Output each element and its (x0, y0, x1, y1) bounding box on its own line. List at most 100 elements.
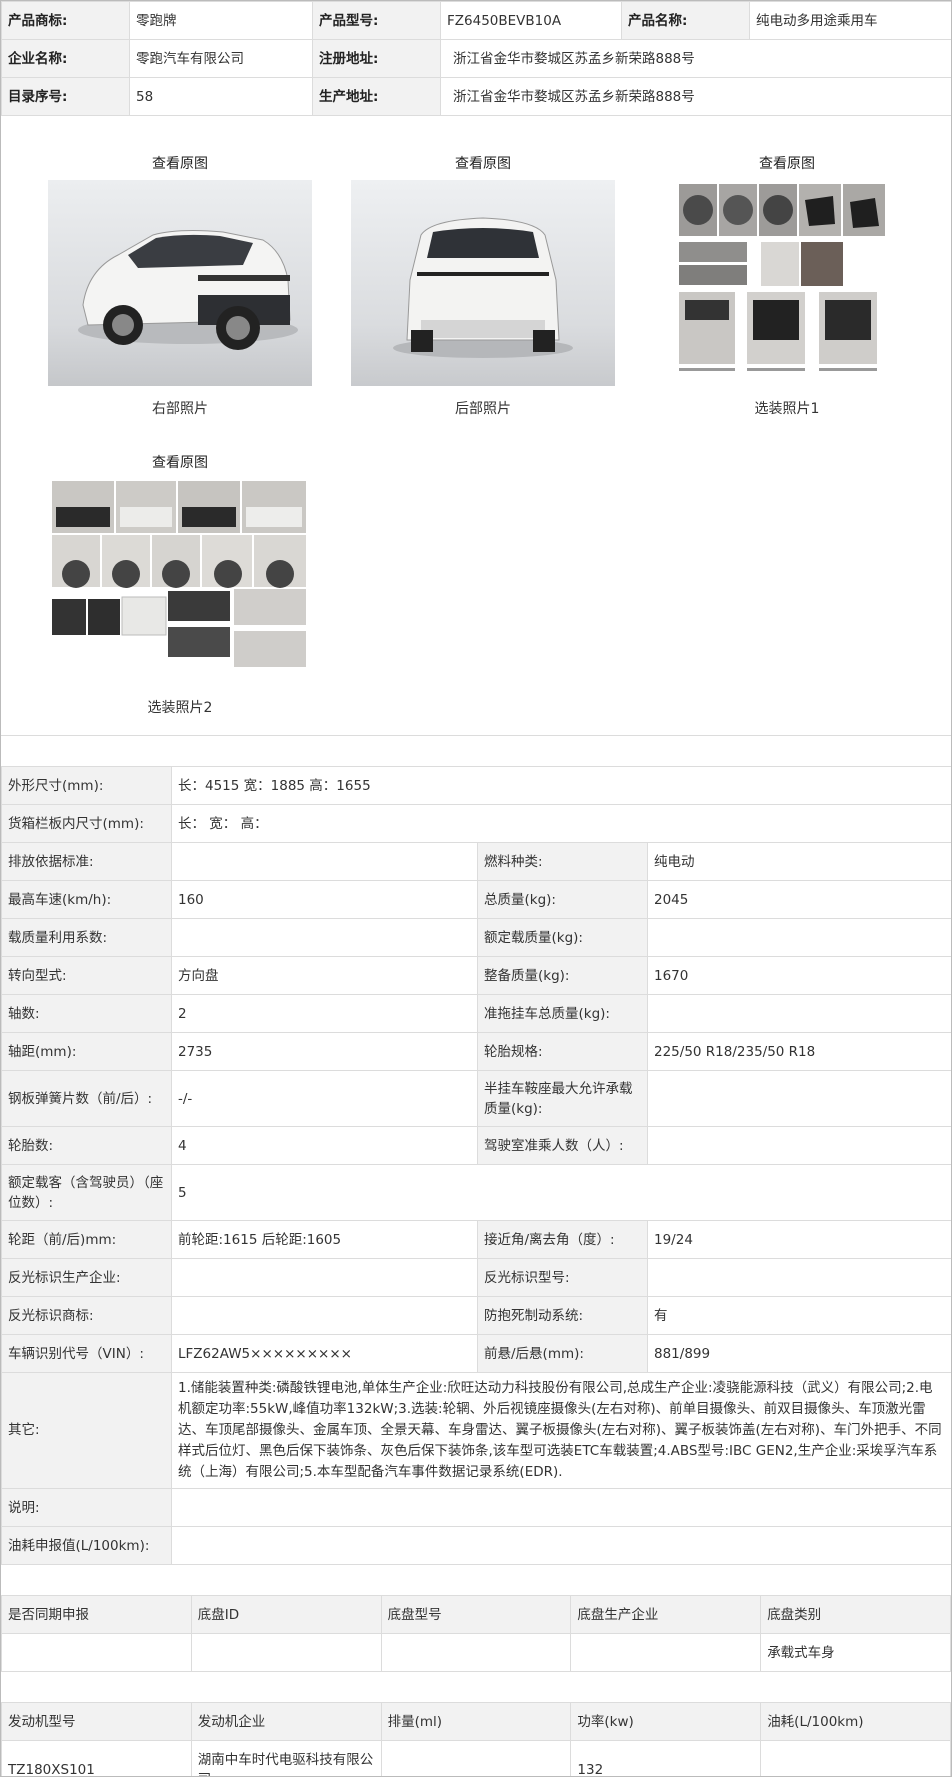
spec-row: 其它: 1.储能装置种类:磷酸铁锂电池,单体生产企业:欣旺达动力科技股份有限公司… (1, 1372, 951, 1489)
reflector-maker-label: 反光标识生产企业: (1, 1258, 172, 1297)
load-utilization-label: 载质量利用系数: (1, 918, 172, 957)
gross-mass-value: 2045 (646, 880, 951, 919)
photo-card-rear: 查看原图 后部照片 (350, 154, 616, 420)
abs-value: 有 (646, 1296, 951, 1335)
chassis-data-row: 承载式车身 (1, 1633, 951, 1672)
abs-label: 防抱死制动系统: (477, 1296, 648, 1335)
spec-row: 货箱栏板内尺寸(mm): 长： 宽： 高： (1, 804, 951, 843)
emission-standard-label: 排放依据标准: (1, 842, 172, 881)
spec-row: 轴距(mm): 2735 轮胎规格: 225/50 R18/235/50 R18 (1, 1032, 951, 1071)
chassis-header-cell: 底盘ID (190, 1595, 382, 1634)
product-brand-label: 产品商标: (1, 1, 130, 40)
other-value: 1.储能装置种类:磷酸铁锂电池,单体生产企业:欣旺达动力科技股份有限公司,总成生… (170, 1372, 951, 1489)
catalog-index-label: 目录序号: (1, 77, 130, 116)
tire-spec-value: 225/50 R18/235/50 R18 (646, 1032, 951, 1071)
engine-header-cell: 功率(kw) (570, 1702, 762, 1741)
company-name-label: 企业名称: (1, 39, 130, 78)
engine-header-cell: 排量(ml) (380, 1702, 572, 1741)
chassis-table: 是否同期申报 底盘ID 底盘型号 底盘生产企业 底盘类别 承载式车身 (1, 1595, 951, 1672)
approach-departure-label: 接近角/离去角（度）: (477, 1220, 648, 1259)
view-original-link[interactable]: 查看原图 (350, 154, 616, 174)
engine-cell: 湖南中车时代电驱科技有限公司 (190, 1740, 382, 1776)
fuel-type-value: 纯电动 (646, 842, 951, 881)
spec-row: 排放依据标准: 燃料种类: 纯电动 (1, 842, 951, 881)
wheelbase-label: 轴距(mm): (1, 1032, 172, 1071)
production-address-label: 生产地址: (312, 77, 441, 116)
spec-row: 外形尺寸(mm): 长：4515 宽：1885 高：1655 (1, 766, 951, 805)
spec-row: 转向型式: 方向盘 整备质量(kg): 1670 (1, 956, 951, 995)
vin-value: LFZ62AW5××××××××× (171, 1334, 478, 1373)
steering-type-label: 转向型式: (1, 956, 172, 995)
saddle-load-label: 半挂车鞍座最大允许承载质量(kg): (477, 1070, 648, 1127)
fuel-type-label: 燃料种类: (477, 842, 648, 881)
chassis-cell (1, 1633, 192, 1672)
trailer-mass-label: 准拖挂车总质量(kg): (477, 994, 648, 1033)
spec-row: 说明: (1, 1488, 951, 1527)
specs-table: 外形尺寸(mm): 长：4515 宽：1885 高：1655 货箱栏板内尺寸(m… (1, 766, 951, 1565)
spec-row: 额定载客（含驾驶员）（座位数）: 5 (1, 1164, 951, 1221)
engine-cell (760, 1740, 951, 1776)
approach-departure-value: 19/24 (646, 1220, 951, 1259)
curb-mass-label: 整备质量(kg): (477, 956, 648, 995)
rated-load-label: 额定载质量(kg): (477, 918, 648, 957)
engine-data-row: TZ180XS101 湖南中车时代电驱科技有限公司 132 (1, 1740, 951, 1776)
spec-row: 轴数: 2 准拖挂车总质量(kg): (1, 994, 951, 1033)
engine-header-cell: 油耗(L/100km) (760, 1702, 951, 1741)
track-width-label: 轮距（前/后)mm: (1, 1220, 172, 1259)
cargo-box-label: 货箱栏板内尺寸(mm): (1, 804, 172, 843)
engine-cell: TZ180XS101 (1, 1740, 192, 1776)
chassis-cell: 承载式车身 (760, 1633, 951, 1672)
view-original-link[interactable]: 查看原图 (654, 154, 920, 174)
chassis-header-cell: 底盘型号 (380, 1595, 572, 1634)
gross-mass-label: 总质量(kg): (477, 880, 648, 919)
spec-row: 载质量利用系数: 额定载质量(kg): (1, 918, 951, 957)
company-name-value: 零跑汽车有限公司 (129, 39, 313, 78)
product-name-label: 产品名称: (621, 1, 750, 40)
max-speed-value: 160 (171, 880, 478, 919)
spec-row: 油耗申报值(L/100km): (1, 1526, 951, 1565)
axle-count-value: 2 (171, 994, 478, 1033)
product-name-value: 纯电动多用途乘用车 (749, 1, 951, 40)
photo-gallery: 查看原图 右部照片 查看原图 后部照片 查看原图 选装照片1 查看原图 选装照片… (1, 116, 951, 736)
tire-count-value: 4 (171, 1126, 478, 1165)
photo-caption: 右部照片 (152, 401, 208, 417)
photo-caption: 后部照片 (455, 401, 511, 417)
reflector-maker-value (171, 1258, 478, 1297)
spec-row: 反光标识商标: 防抱死制动系统: 有 (1, 1296, 951, 1335)
engine-header-cell: 发动机企业 (190, 1702, 382, 1741)
view-original-link[interactable]: 查看原图 (47, 453, 313, 473)
spec-row: 钢板弹簧片数（前/后）: -/- 半挂车鞍座最大允许承载质量(kg): (1, 1070, 951, 1127)
product-model-value: FZ6450BEVB10A (440, 1, 622, 40)
photo-card-optional-2: 查看原图 选装照片2 (47, 453, 313, 719)
chassis-cell (380, 1633, 572, 1672)
reflector-brand-value (171, 1296, 478, 1335)
info-row: 企业名称: 零跑汽车有限公司 注册地址: 浙江省金华市婺城区苏孟乡新荣路888号 (1, 39, 951, 78)
info-row: 目录序号: 58 生产地址: 浙江省金华市婺城区苏孟乡新荣路888号 (1, 77, 951, 116)
overhang-value: 881/899 (646, 1334, 951, 1373)
optional-photo-2-collage[interactable] (48, 479, 312, 685)
seat-count-label: 额定载客（含驾驶员）（座位数）: (1, 1164, 172, 1221)
engine-table: 发动机型号 发动机企业 排量(ml) 功率(kw) 油耗(L/100km) TZ… (1, 1702, 951, 1776)
rated-load-value (646, 918, 951, 957)
photo-caption: 选装照片1 (754, 401, 820, 417)
spec-row: 最高车速(km/h): 160 总质量(kg): 2045 (1, 880, 951, 919)
other-label: 其它: (1, 1372, 172, 1489)
cab-capacity-value (646, 1126, 951, 1165)
spec-row: 反光标识生产企业: 反光标识型号: (1, 1258, 951, 1297)
product-info-table: 产品商标: 零跑牌 产品型号: FZ6450BEVB10A 产品名称: 纯电动多… (1, 1, 951, 116)
spec-row: 轮距（前/后)mm: 前轮距:1615 后轮距:1605 接近角/离去角（度）:… (1, 1220, 951, 1259)
rear-photo[interactable] (351, 180, 615, 386)
chassis-header-cell: 是否同期申报 (1, 1595, 192, 1634)
dimensions-value: 长：4515 宽：1885 高：1655 (170, 766, 951, 805)
optional-photo-1-collage[interactable] (655, 180, 919, 386)
leaf-spring-label: 钢板弹簧片数（前/后）: (1, 1070, 172, 1127)
chassis-cell (190, 1633, 382, 1672)
view-original-link[interactable]: 查看原图 (47, 154, 313, 174)
registered-address-label: 注册地址: (312, 39, 441, 78)
right-side-photo[interactable] (48, 180, 312, 386)
curb-mass-value: 1670 (646, 956, 951, 995)
load-utilization-value (171, 918, 478, 957)
product-brand-value: 零跑牌 (129, 1, 313, 40)
tire-count-label: 轮胎数: (1, 1126, 172, 1165)
